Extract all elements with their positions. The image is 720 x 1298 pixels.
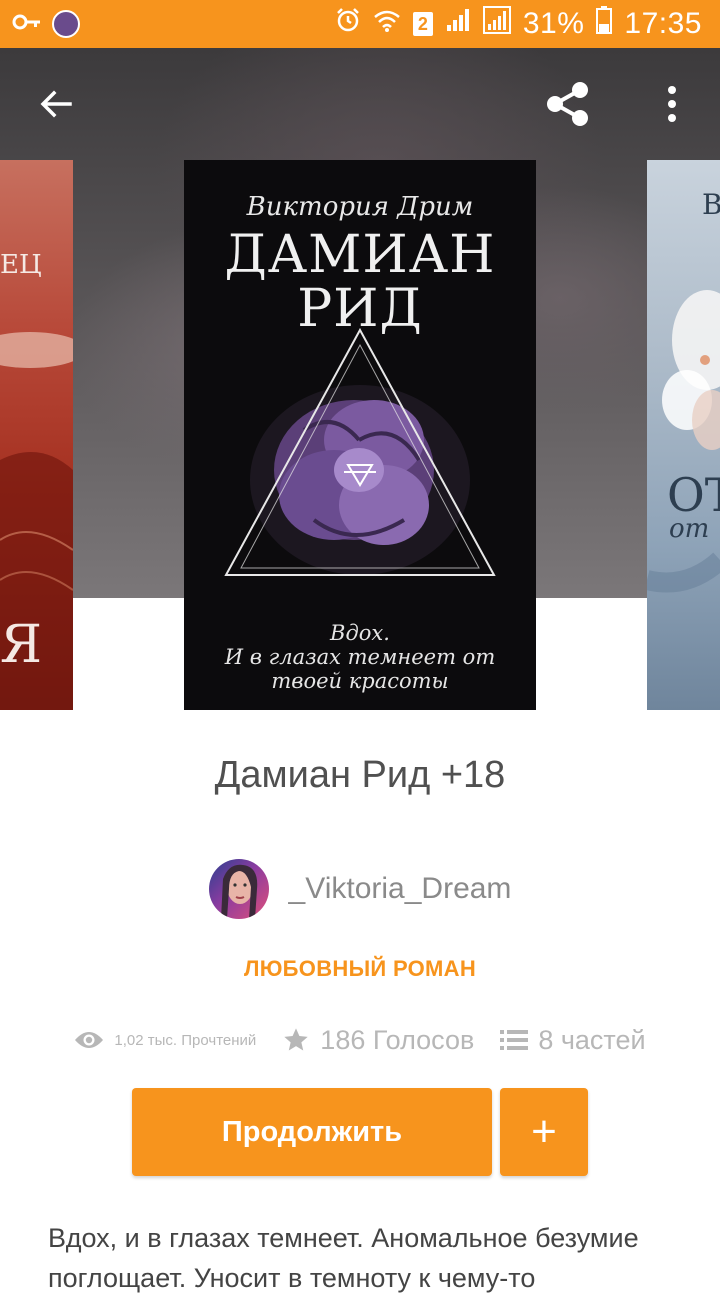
battery-icon (596, 6, 613, 42)
status-bar-right: 2 31% 17:35 (335, 6, 702, 42)
back-arrow-icon (40, 90, 72, 118)
book-cover[interactable]: Виктория Дрим ДАМИАН РИД Вдох. И в глаза… (184, 160, 536, 710)
book-stats: 1,02 тыс. Прочтений 186 Голосов 8 частей (0, 1018, 720, 1062)
add-to-library-button[interactable]: + (500, 1088, 588, 1176)
cover-tagline-line1: Вдох. (330, 621, 390, 645)
share-button[interactable] (540, 76, 596, 132)
author-row[interactable]: _Viktoria_Dream (0, 858, 720, 920)
parts-stat[interactable]: 8 частей (500, 1025, 646, 1056)
top-app-bar (0, 48, 720, 160)
genre-link[interactable]: ЛЮБОВНЫЙ РОМАН (0, 956, 720, 982)
battery-percent: 31% (522, 7, 585, 40)
author-avatar[interactable] (208, 859, 269, 919)
cover-tagline-line2: И в глазах темнеет от (224, 645, 496, 669)
next-cover-text-1: В (702, 188, 720, 221)
reads-stat: 1,02 тыс. Прочтений (74, 1030, 256, 1050)
status-bar: 2 31% 17:35 (0, 0, 720, 48)
votes-count: 186 Голосов (320, 1024, 475, 1055)
wifi-icon (373, 7, 401, 41)
next-book-cover[interactable]: В ОТ от (647, 160, 720, 710)
clock: 17:35 (624, 7, 702, 40)
more-options-button[interactable] (644, 76, 700, 132)
signal-2-icon (482, 6, 511, 42)
cover-title-line1: ДАМИАН (224, 225, 496, 285)
more-vertical-icon (668, 86, 676, 122)
star-icon (284, 1028, 308, 1051)
previous-cover-text-1: ЕЦ (0, 250, 42, 280)
cover-rose-triangle-art (224, 327, 496, 576)
votes-stat: 186 Голосов (282, 1025, 474, 1056)
share-icon (547, 82, 588, 126)
author-name[interactable]: _Viktoria_Dream (289, 872, 512, 906)
eye-icon (75, 1032, 104, 1048)
book-description: Вдох, и в глазах темнеет. Аномальное без… (48, 1218, 688, 1298)
cover-tagline-line3: твоей красоты (271, 669, 449, 693)
previous-book-cover[interactable]: ЕЦ Я (0, 160, 73, 710)
sim-slot-badge: 2 (412, 12, 433, 36)
status-bar-left (12, 10, 80, 38)
previous-cover-text-2: Я (0, 615, 42, 675)
reads-count: 1,02 тыс. Прочтений (114, 1031, 257, 1049)
back-button[interactable] (28, 76, 84, 132)
continue-reading-button[interactable]: Продолжить (132, 1088, 492, 1176)
alarm-icon (335, 7, 361, 41)
key-icon (12, 14, 42, 35)
next-cover-text-3: от (669, 514, 710, 544)
signal-icon (445, 7, 471, 41)
parts-count[interactable]: 8 частей (538, 1025, 645, 1056)
app-avatar-icon (52, 10, 80, 38)
description-line-2: поглощает. Уносит в темноту к чему-то (48, 1263, 536, 1293)
description-line-1: Вдох, и в глазах темнеет. Аномальное без… (48, 1223, 639, 1253)
list-icon (500, 1030, 529, 1050)
cover-author: Виктория Дрим (246, 192, 474, 222)
book-title: Дамиан Рид +18 (214, 754, 506, 796)
